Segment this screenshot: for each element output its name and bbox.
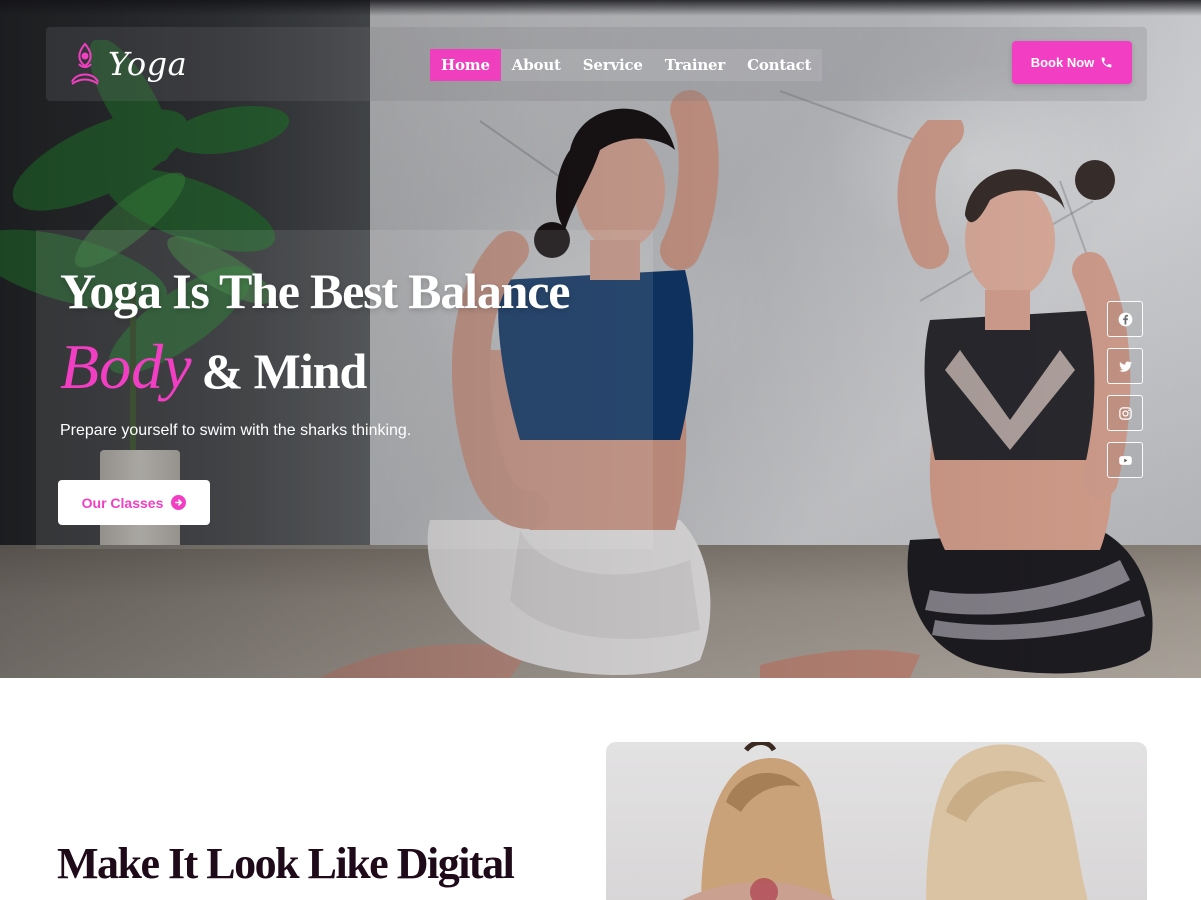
nav-service[interactable]: Service [572, 49, 654, 81]
brand-name: Yoga [108, 45, 188, 83]
instagram-link[interactable] [1107, 395, 1143, 431]
book-now-button[interactable]: Book Now [1012, 41, 1132, 84]
yoga-women-back-image [682, 742, 1088, 900]
hero-title: Yoga Is The Best Balance [60, 263, 570, 319]
nav-contact[interactable]: Contact [736, 49, 822, 81]
section-title: Make It Look Like Digital [57, 839, 515, 888]
social-links [1107, 301, 1143, 489]
book-now-label: Book Now [1030, 55, 1095, 70]
hero-title-line2: Body & Mind [60, 330, 368, 404]
facebook-icon [1118, 312, 1132, 326]
youtube-icon [1118, 455, 1132, 465]
hero-subtitle: Prepare yourself to swim with the sharks… [60, 422, 412, 439]
yoga-logo-icon [71, 42, 99, 85]
brand-logo[interactable]: Yoga [68, 40, 187, 88]
our-classes-button[interactable]: Our Classes [58, 480, 210, 525]
nav-about[interactable]: About [501, 49, 572, 81]
main-nav: Home About Service Trainer Contact [430, 49, 823, 81]
twitter-link[interactable] [1107, 348, 1143, 384]
phone-icon [1101, 57, 1112, 68]
twitter-icon [1118, 360, 1132, 372]
nav-trainer[interactable]: Trainer [654, 49, 736, 81]
arrow-right-circle-icon [171, 495, 187, 510]
about-image [606, 742, 1147, 900]
youtube-link[interactable] [1107, 442, 1143, 478]
our-classes-label: Our Classes [81, 494, 164, 511]
hero-title-accent: Body [60, 331, 192, 402]
instagram-icon [1118, 406, 1132, 420]
nav-home[interactable]: Home [430, 49, 501, 81]
facebook-link[interactable] [1107, 301, 1143, 337]
hero-title-rest: & Mind [201, 343, 368, 399]
